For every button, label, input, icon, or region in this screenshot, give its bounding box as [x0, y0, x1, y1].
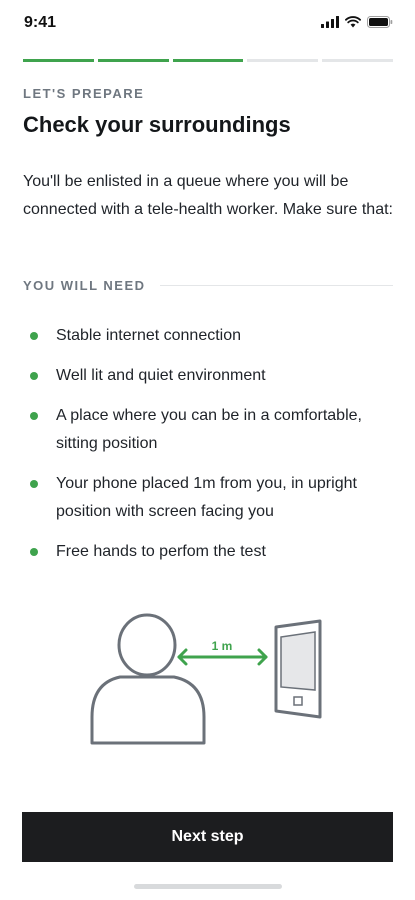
section-header: YOU WILL NEED: [23, 278, 393, 293]
bullet-dot-icon: [30, 332, 38, 340]
home-indicator[interactable]: [134, 884, 282, 889]
page-title: Check your surroundings: [23, 112, 291, 137]
list-item-text: Well lit and quiet environment: [56, 367, 266, 384]
person-icon: [90, 613, 206, 745]
list-item: Well lit and quiet environment: [28, 362, 398, 390]
status-bar: 9:41: [0, 0, 415, 46]
bullet-dot-icon: [30, 548, 38, 556]
progress-step: [322, 59, 393, 62]
progress-step: [172, 59, 244, 62]
progress-step: [97, 59, 169, 62]
needs-list: Stable internet connection Well lit and …: [28, 322, 398, 578]
list-item: Free hands to perfom the test: [28, 538, 398, 566]
list-item: Stable internet connection: [28, 322, 398, 350]
battery-icon: [367, 16, 393, 28]
progress-step: [247, 59, 319, 62]
status-time: 9:41: [24, 14, 57, 31]
progress-step-fill: [97, 59, 169, 62]
progress-step: [23, 59, 94, 62]
progress-indicator: [23, 59, 393, 62]
eyebrow-label: LET'S PREPARE: [23, 86, 145, 101]
distance-label: 1 m: [212, 639, 233, 653]
list-item-text: Stable internet connection: [56, 327, 242, 344]
section-divider: [159, 285, 393, 286]
section-label: YOU WILL NEED: [23, 278, 146, 293]
bullet-dot-icon: [30, 480, 38, 488]
list-item-text: Your phone placed 1m from you, in uprigh…: [56, 475, 357, 520]
bullet-dot-icon: [30, 412, 38, 420]
progress-step-fill: [172, 59, 244, 62]
phone-icon: [274, 619, 322, 719]
signal-icon: [321, 16, 339, 28]
list-item: Your phone placed 1m from you, in uprigh…: [28, 470, 398, 526]
status-icons: [321, 16, 393, 28]
next-step-button[interactable]: Next step: [22, 812, 393, 862]
bullet-dot-icon: [30, 372, 38, 380]
wifi-icon: [345, 16, 361, 28]
progress-step-fill: [23, 59, 94, 62]
list-item: A place where you can be in a comfortabl…: [28, 402, 398, 458]
list-item-text: A place where you can be in a comfortabl…: [56, 407, 362, 452]
intro-text: You'll be enlisted in a queue where you …: [23, 173, 393, 218]
distance-illustration: 1 m: [90, 613, 322, 745]
list-item-text: Free hands to perfom the test: [56, 543, 266, 560]
